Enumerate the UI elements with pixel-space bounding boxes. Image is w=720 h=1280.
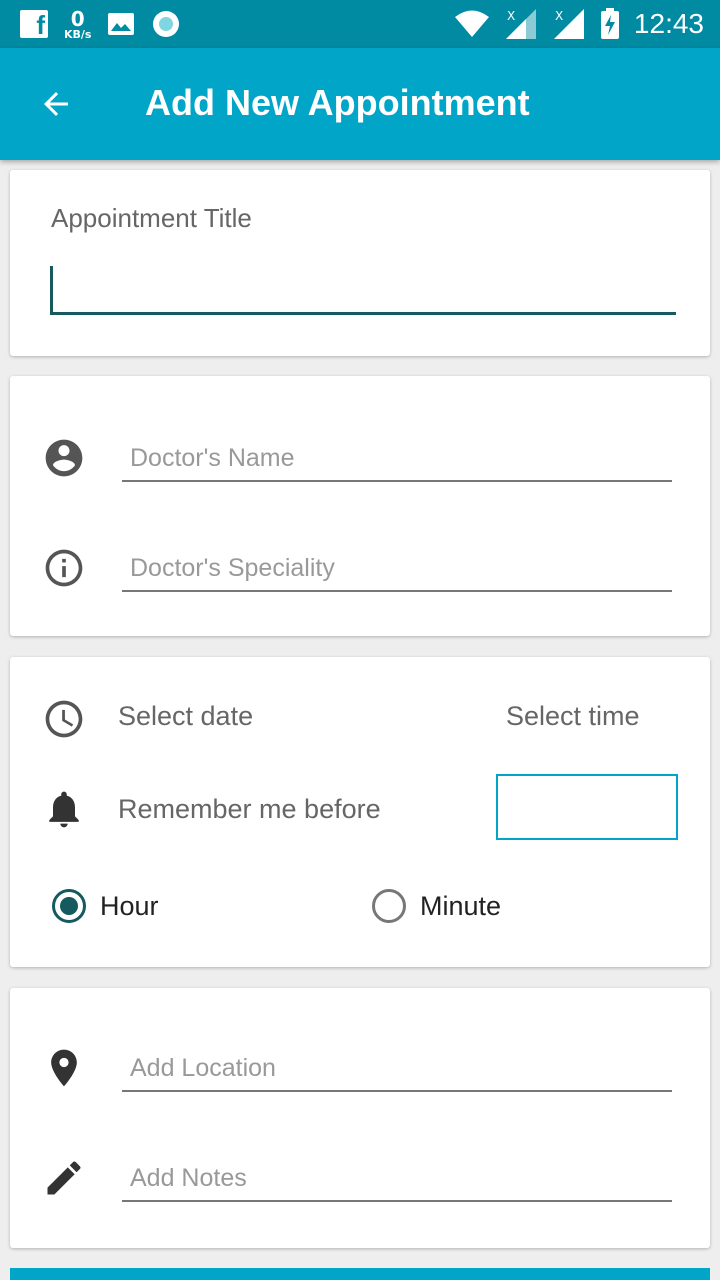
text-cursor [50, 266, 53, 312]
signal-icon: X [553, 9, 584, 39]
doctor-name-input[interactable] [122, 438, 672, 478]
network-speed-value: 0 [70, 6, 85, 31]
battery-charging-icon [600, 8, 619, 39]
doctor-card [10, 376, 710, 636]
radio-selected-icon [52, 889, 86, 923]
arrow-back-icon [44, 92, 68, 116]
doctor-specialty-input[interactable] [122, 548, 672, 588]
facebook-icon: f [20, 10, 48, 38]
bell-icon [42, 787, 86, 831]
remind-before-input[interactable] [496, 774, 678, 840]
minute-radio[interactable]: Minute [372, 889, 501, 923]
appointment-title-input[interactable] [50, 260, 676, 315]
schedule-card: Select date Select time Remember me befo… [10, 657, 710, 967]
doctor-name-field[interactable] [122, 438, 672, 482]
extras-card [10, 988, 710, 1248]
hour-radio[interactable]: Hour [52, 889, 159, 923]
doctor-specialty-field[interactable] [122, 548, 672, 592]
minute-radio-label: Minute [420, 890, 502, 921]
clock-icon [42, 697, 86, 741]
notes-input[interactable] [122, 1158, 672, 1198]
remind-before-label: Remember me before [118, 794, 381, 824]
title-card: Appointment Title [10, 170, 710, 356]
account-circle-icon [42, 436, 86, 480]
app-bar: Add New Appointment [0, 48, 720, 160]
hour-radio-label: Hour [100, 890, 159, 921]
network-speed: 0 KB/s [64, 9, 91, 40]
svg-text:X: X [507, 9, 515, 23]
svg-text:X: X [555, 9, 563, 23]
location-field[interactable] [122, 1048, 672, 1092]
select-date-button[interactable]: Select date [118, 701, 253, 732]
status-bar-left: f 0 KB/s [20, 0, 181, 48]
location-input[interactable] [122, 1048, 672, 1088]
network-speed-unit: KB/s [64, 27, 92, 41]
radio-unselected-icon [372, 889, 406, 923]
back-button[interactable] [30, 78, 82, 130]
notes-field[interactable] [122, 1158, 672, 1202]
status-time: 12:43 [633, 8, 704, 39]
circle-app-icon [153, 11, 180, 37]
select-time-button[interactable]: Select time [506, 701, 640, 732]
info-icon [42, 546, 86, 590]
location-pin-icon [42, 1046, 86, 1090]
wifi-icon [454, 10, 489, 37]
page-title: Add New Appointment [145, 82, 530, 123]
signal-icon: X [505, 9, 536, 39]
image-icon [108, 13, 135, 35]
status-bar: f 0 KB/s X X 12:43 [0, 0, 720, 48]
appointment-title-label: Appointment Title [51, 203, 252, 233]
save-button-edge[interactable] [10, 1268, 710, 1280]
status-bar-right: X X 12:43 [454, 0, 704, 48]
pencil-icon [42, 1156, 86, 1200]
